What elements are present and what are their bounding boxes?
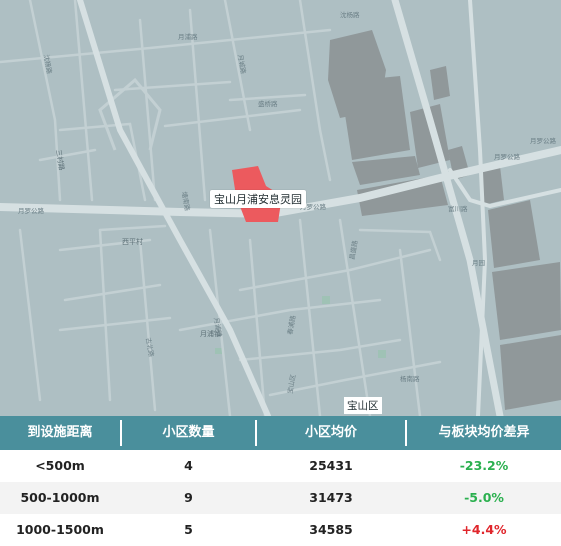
cell-diff: -23.2% [459, 458, 509, 473]
header-price: 小区均价 [304, 425, 357, 440]
cell-price: 31473 [309, 490, 353, 505]
road-label-right-top: 月罗公路 [530, 136, 557, 145]
cell-distance: <500m [35, 458, 85, 473]
header-count: 小区数量 [162, 425, 215, 440]
cell-distance: 500-1000m [20, 490, 100, 505]
header-diff: 与板块均价差异 [438, 425, 530, 440]
cell-diff: +4.4% [461, 522, 507, 537]
table-row: <500m 4 25431 -23.2% [0, 450, 561, 482]
cell-price: 34585 [309, 522, 353, 537]
district-label: 宝山区 [344, 397, 382, 414]
header-distance: 到设施距离 [27, 425, 93, 440]
table-header: 到设施距离 小区数量 小区均价 与板块均价差异 [0, 416, 561, 450]
road-label-top-mid: 沈杨路 [340, 10, 360, 19]
place-label-yanshi: 西平村 [122, 237, 143, 246]
cell-count: 5 [184, 522, 193, 537]
cell-distance: 1000-1500m [16, 522, 104, 537]
map-canvas[interactable]: 月罗公路 月罗公路 月罗公路 月罗公路 月浦路 沈杨路 沈杨路 塘南路 月城路 … [0, 0, 561, 416]
cell-count: 9 [184, 490, 193, 505]
table-row: 1000-1500m 5 34585 +4.4% [0, 514, 561, 546]
road-label-top: 月浦路 [178, 32, 198, 41]
road-label-lower-right: 杨南路 [400, 374, 420, 383]
facility-distance-table: 到设施距离 小区数量 小区均价 与板块均价差异 <500m 4 25431 -2… [0, 416, 561, 546]
cell-count: 4 [184, 458, 193, 473]
cell-diff: -5.0% [464, 490, 504, 505]
road-label-yueluo-left: 月罗公路 [18, 206, 45, 215]
road-label-yueluo-right: 月罗公路 [494, 152, 521, 161]
table-row: 500-1000m 9 31473 -5.0% [0, 482, 561, 514]
road-label-ring: 盛桥路 [258, 99, 278, 108]
poi-label[interactable]: 宝山月浦安息灵园 [210, 190, 306, 208]
cell-price: 25431 [309, 458, 353, 473]
map-view[interactable]: 月罗公路 月罗公路 月罗公路 月罗公路 月浦路 沈杨路 沈杨路 塘南路 月城路 … [0, 0, 561, 416]
road-label-right-vertical: 富川路 [448, 204, 468, 213]
road-label-right-small: 月园 [472, 259, 485, 267]
